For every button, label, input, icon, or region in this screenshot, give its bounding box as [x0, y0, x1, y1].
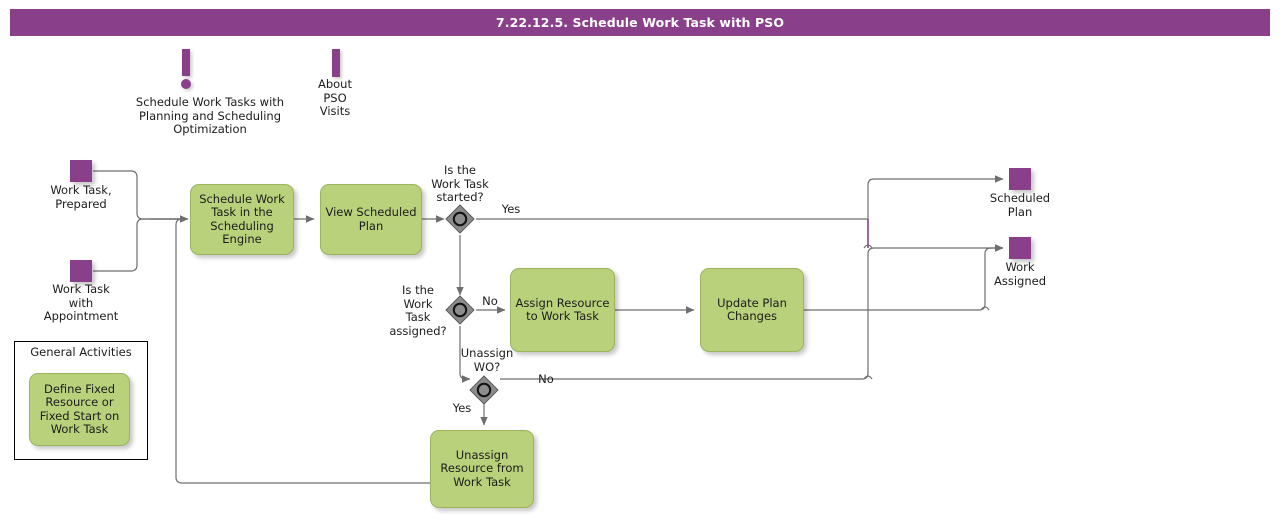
task-label: Update Plan Changes	[717, 295, 787, 323]
gateway-label-is-work-task-started: Is the Work Task started?	[431, 163, 489, 204]
line-hop-2	[863, 375, 873, 380]
start-event-label-work-task-with-appointment: Work Task with Appointment	[43, 282, 119, 323]
annotation-label-about-pso-visits: About PSO Visits	[317, 77, 352, 118]
page-title-bar: 7.22.12.5. Schedule Work Task with PSO	[10, 9, 1270, 36]
gateway-label-is-work-task-assigned: Is the Work Task assigned?	[389, 283, 447, 338]
task-label: View Scheduled Plan	[325, 205, 417, 233]
gateway-is-work-task-started[interactable]	[445, 204, 475, 234]
task-define-fixed-resource-or-fixed-start[interactable]: Define Fixed Resource or Fixed Start on …	[29, 373, 130, 446]
gateway-unassign-wo[interactable]	[469, 375, 499, 405]
task-update-plan-changes[interactable]: Update Plan Changes	[700, 268, 804, 352]
line-hop-1	[863, 244, 873, 249]
flow-label-started-yes: Yes	[501, 202, 521, 216]
task-assign-resource-to-work-task[interactable]: Assign Resource to Work Task	[510, 268, 615, 352]
task-label: Assign Resource to Work Task	[515, 295, 610, 323]
page-title: 7.22.12.5. Schedule Work Task with PSO	[495, 15, 785, 30]
flow-appointment-to-merge	[93, 218, 183, 272]
end-event-work-assigned[interactable]	[1009, 237, 1031, 259]
start-event-label-work-task-prepared: Work Task, Prepared	[50, 183, 112, 211]
line-hop-3	[980, 306, 990, 311]
task-unassign-resource-from-work-task[interactable]: Unassign Resource from Work Task	[430, 430, 534, 508]
task-label: Unassign Resource from Work Task	[440, 447, 524, 489]
flow-label-assigned-no: No	[482, 294, 498, 308]
task-label: Define Fixed Resource or Fixed Start on …	[39, 381, 120, 436]
end-event-label-scheduled-plan: Scheduled Plan	[989, 191, 1051, 219]
flow-unassign-loop-back	[175, 218, 430, 484]
flow-label-unassign-no: No	[538, 372, 554, 386]
exclamation-icon	[180, 49, 196, 89]
flow-label-unassign-yes: Yes	[452, 401, 472, 415]
group-title-general-activities: General Activities	[30, 345, 132, 359]
task-schedule-work-task-in-scheduling-engine[interactable]: Schedule Work Task in the Scheduling Eng…	[190, 184, 294, 255]
start-event-work-task-with-appointment[interactable]	[70, 260, 92, 282]
end-event-label-work-assigned: Work Assigned	[993, 260, 1046, 288]
start-event-work-task-prepared[interactable]	[70, 160, 92, 182]
end-event-scheduled-plan[interactable]	[1009, 168, 1031, 190]
gateway-label-unassign-wo: Unassign WO?	[460, 346, 514, 374]
task-label: Schedule Work Task in the Scheduling Eng…	[199, 191, 285, 246]
